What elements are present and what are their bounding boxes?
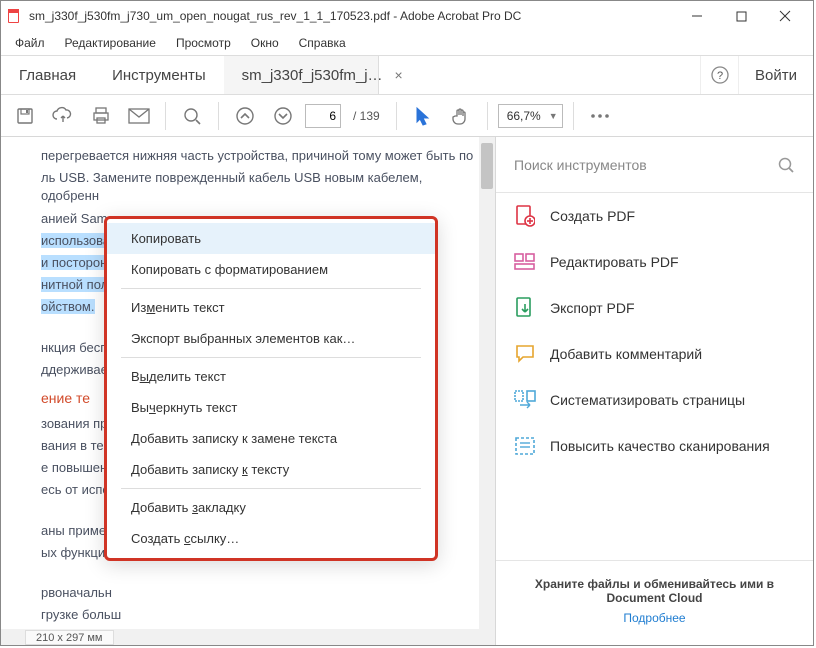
- promo-line2: Document Cloud: [607, 591, 703, 605]
- page-number-input[interactable]: [305, 104, 341, 128]
- ctx-edit-text[interactable]: Изменить текст: [107, 292, 435, 323]
- menu-edit[interactable]: Редактирование: [57, 34, 164, 52]
- doc-text: перегревается нижняя часть устройства, п…: [41, 147, 477, 165]
- comment-icon: [514, 343, 536, 365]
- pdf-icon: [7, 8, 23, 24]
- tab-home[interactable]: Главная: [1, 56, 94, 94]
- ctx-copy[interactable]: Копировать: [107, 223, 435, 254]
- save-icon[interactable]: [9, 100, 41, 132]
- ctx-add-bookmark[interactable]: Добавить закладку: [107, 492, 435, 523]
- tool-item-label: Редактировать PDF: [550, 254, 679, 270]
- menu-file[interactable]: Файл: [7, 34, 53, 52]
- tool-item-label: Создать PDF: [550, 208, 635, 224]
- close-button[interactable]: [763, 2, 807, 30]
- enhance-scan-icon: [514, 435, 536, 457]
- toolbar: / 139 66,7% ▼: [1, 95, 813, 137]
- tool-enhance-scan[interactable]: Повысить качество сканирования: [496, 423, 813, 469]
- ctx-strikethrough[interactable]: Вычеркнуть текст: [107, 392, 435, 423]
- page-total-label: / 139: [347, 109, 386, 123]
- ctx-add-note[interactable]: Добавить записку к тексту: [107, 454, 435, 485]
- chevron-down-icon: ▼: [549, 111, 558, 121]
- create-pdf-icon: [514, 205, 536, 227]
- hand-icon[interactable]: [445, 100, 477, 132]
- tool-comment[interactable]: Добавить комментарий: [496, 331, 813, 377]
- tab-document-label: sm_j330f_j530fm_j…: [242, 67, 383, 84]
- tool-item-label: Повысить качество сканирования: [550, 438, 770, 454]
- tools-search: [496, 137, 813, 193]
- search-doc-icon[interactable]: [176, 100, 208, 132]
- menubar: Файл Редактирование Просмотр Окно Справк…: [1, 31, 813, 55]
- page-up-icon[interactable]: [229, 100, 261, 132]
- promo-line1: Храните файлы и обменивайтесь ими в: [535, 577, 774, 591]
- vertical-scrollbar[interactable]: [479, 137, 495, 629]
- ctx-copy-formatted[interactable]: Копировать с форматированием: [107, 254, 435, 285]
- horizontal-scrollbar[interactable]: 210 x 297 мм: [1, 629, 495, 645]
- menu-help[interactable]: Справка: [291, 34, 354, 52]
- export-pdf-icon: [514, 297, 536, 319]
- search-icon: [777, 156, 795, 174]
- tab-document[interactable]: sm_j330f_j530fm_j… ×: [224, 56, 379, 94]
- zoom-dropdown[interactable]: 66,7% ▼: [498, 104, 563, 128]
- tool-item-label: Добавить комментарий: [550, 346, 702, 362]
- doc-text: ль USB. Замените поврежденный кабель USB…: [41, 169, 477, 205]
- doc-text: грузке больш: [41, 606, 477, 624]
- ctx-replace-note[interactable]: Добавить записку к замене текста: [107, 423, 435, 454]
- edit-pdf-icon: [514, 251, 536, 273]
- tools-list: Создать PDF Редактировать PDF Экспорт PD…: [496, 193, 813, 560]
- menu-view[interactable]: Просмотр: [168, 34, 239, 52]
- tool-organize-pages[interactable]: Систематизировать страницы: [496, 377, 813, 423]
- page-size-label: 210 x 297 мм: [25, 630, 114, 645]
- ctx-export-selection[interactable]: Экспорт выбранных элементов как…: [107, 323, 435, 354]
- zoom-value: 66,7%: [507, 109, 541, 123]
- tab-tools[interactable]: Инструменты: [94, 56, 224, 94]
- titlebar: sm_j330f_j530fm_j730_um_open_nougat_rus_…: [1, 1, 813, 31]
- menu-window[interactable]: Окно: [243, 34, 287, 52]
- promo-link[interactable]: Подробнее: [514, 611, 795, 625]
- signin-button[interactable]: Войти: [738, 56, 813, 94]
- tool-create-pdf[interactable]: Создать PDF: [496, 193, 813, 239]
- ctx-highlight-text[interactable]: Выделить текст: [107, 361, 435, 392]
- print-icon[interactable]: [85, 100, 117, 132]
- page-down-icon[interactable]: [267, 100, 299, 132]
- tools-search-input[interactable]: [514, 157, 769, 173]
- tool-export-pdf[interactable]: Экспорт PDF: [496, 285, 813, 331]
- email-icon[interactable]: [123, 100, 155, 132]
- window-title: sm_j330f_j530fm_j730_um_open_nougat_rus_…: [29, 9, 675, 23]
- maximize-button[interactable]: [719, 2, 763, 30]
- cloud-promo: Храните файлы и обменивайтесь ими в Docu…: [496, 560, 813, 645]
- help-button[interactable]: ?: [700, 56, 738, 94]
- tool-item-label: Систематизировать страницы: [550, 392, 745, 408]
- ctx-create-link[interactable]: Создать ссылку…: [107, 523, 435, 554]
- doc-highlight: ойством.: [41, 299, 95, 314]
- organize-icon: [514, 389, 536, 411]
- pointer-icon[interactable]: [407, 100, 439, 132]
- minimize-button[interactable]: [675, 2, 719, 30]
- cloud-upload-icon[interactable]: [47, 100, 79, 132]
- svg-text:?: ?: [716, 70, 722, 82]
- tool-edit-pdf[interactable]: Редактировать PDF: [496, 239, 813, 285]
- tools-panel: Создать PDF Редактировать PDF Экспорт PD…: [495, 137, 813, 645]
- context-menu: Копировать Копировать с форматированием …: [104, 216, 438, 561]
- tool-item-label: Экспорт PDF: [550, 300, 635, 316]
- more-icon[interactable]: [584, 100, 616, 132]
- tabstrip: Главная Инструменты sm_j330f_j530fm_j… ×…: [1, 55, 813, 95]
- doc-text: рвоначальн: [41, 584, 477, 602]
